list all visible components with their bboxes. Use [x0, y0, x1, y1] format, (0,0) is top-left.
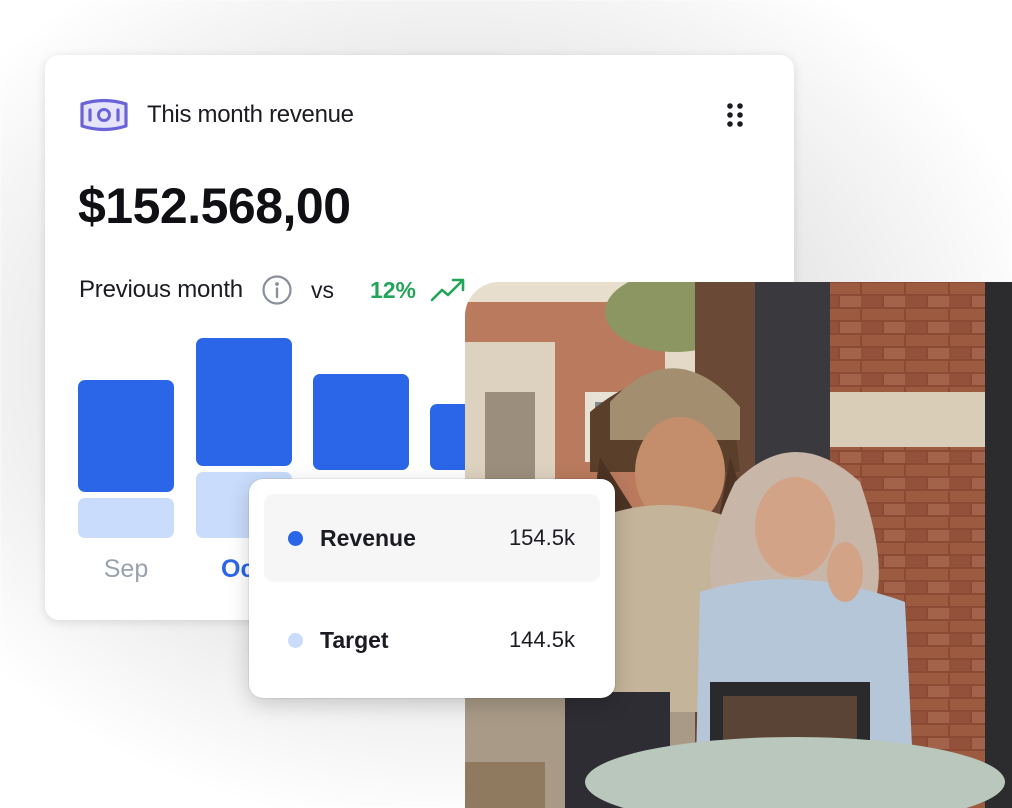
tooltip-value: 144.5k	[508, 627, 575, 652]
target-legend-dot	[288, 632, 303, 648]
revenue-bar-sep[interactable]	[78, 380, 174, 492]
target-bar-sep[interactable]	[78, 498, 174, 538]
tooltip-value: 154.5k	[508, 525, 575, 550]
revenue-bar-nov[interactable]	[313, 374, 409, 470]
tooltip-row-target: Target 144.5k	[264, 596, 600, 684]
tooltip-label: Target	[320, 626, 389, 653]
tooltip-label: Revenue	[320, 524, 416, 551]
tooltip-row-revenue: Revenue 154.5k	[264, 494, 600, 582]
chart-tooltip: Revenue 154.5k Target 144.5k	[249, 479, 615, 698]
revenue-bar-oct[interactable]	[196, 338, 292, 466]
month-label-sep: Sep	[103, 555, 149, 583]
revenue-legend-dot	[288, 530, 303, 546]
